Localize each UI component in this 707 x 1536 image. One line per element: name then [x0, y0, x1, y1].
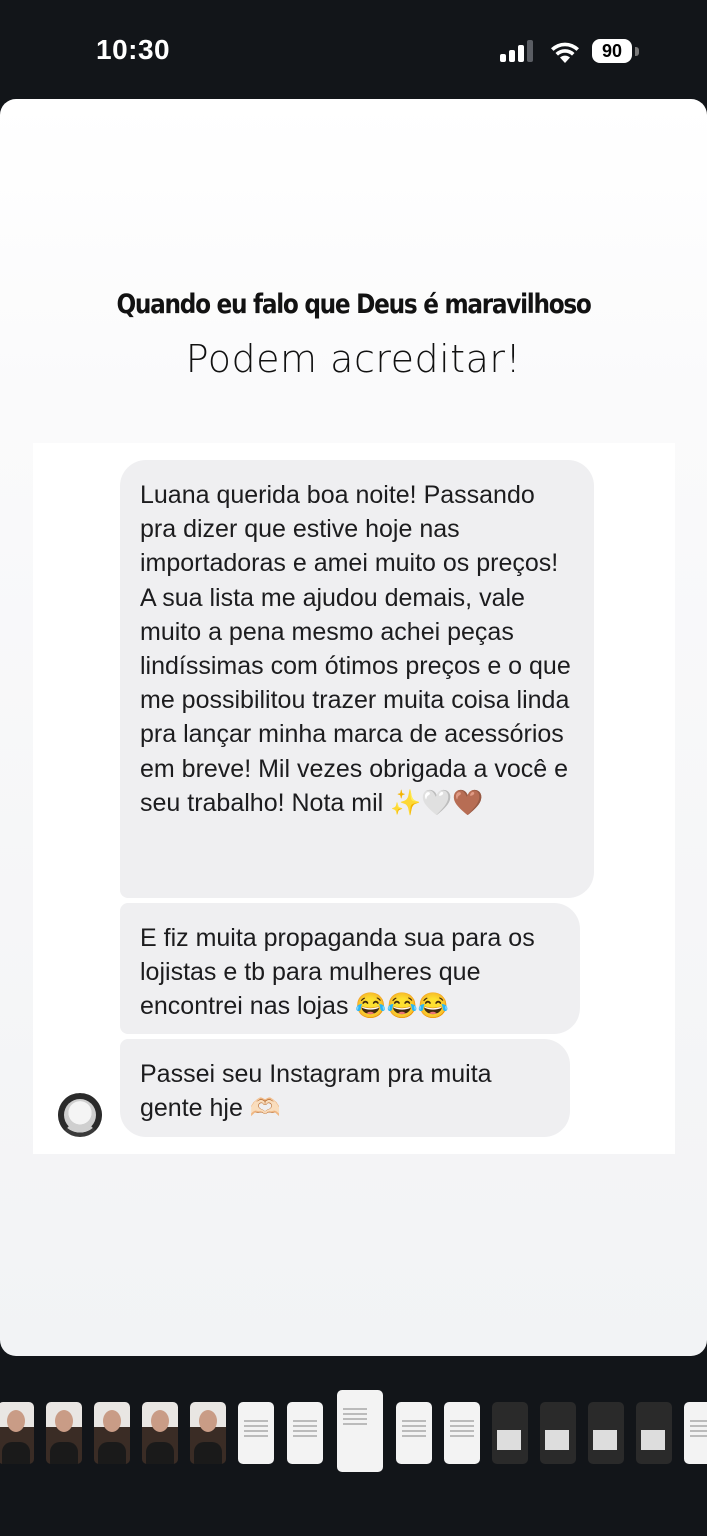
story-card[interactable]: Quando eu falo que Deus é maravilhoso Po…: [0, 99, 707, 1356]
story-thumbnail[interactable]: [142, 1402, 178, 1464]
story-thumbnail[interactable]: [588, 1402, 624, 1464]
story-thumbnail[interactable]: [0, 1402, 34, 1464]
story-thumbnail[interactable]: [492, 1402, 528, 1464]
story-thumbnail[interactable]: [46, 1402, 82, 1464]
cellular-signal-icon: [500, 40, 536, 62]
story-thumbnail[interactable]: [396, 1402, 432, 1464]
chat-screenshot: Luana querida boa noite! Passando pra di…: [33, 443, 675, 1154]
message-bubble: E fiz muita propaganda sua para os lojis…: [120, 903, 580, 1034]
story-thumbnail[interactable]: [636, 1402, 672, 1464]
story-thumbnail-selected[interactable]: [337, 1390, 383, 1472]
story-thumbnail[interactable]: [684, 1402, 707, 1464]
status-time: 10:30: [96, 34, 171, 65]
story-thumbnail[interactable]: [238, 1402, 274, 1464]
story-thumbnail[interactable]: [287, 1402, 323, 1464]
story-thumbnail[interactable]: [190, 1402, 226, 1464]
message-bubble: Luana querida boa noite! Passando pra di…: [120, 460, 594, 898]
battery-icon: 90: [592, 39, 632, 63]
wifi-icon: [551, 42, 579, 63]
story-thumbnail[interactable]: [444, 1402, 480, 1464]
message-bubble: Passei seu Instagram pra muita gente hje…: [120, 1039, 570, 1137]
story-headline: Quando eu falo que Deus é maravilhoso: [116, 289, 591, 320]
sender-avatar: [58, 1093, 102, 1137]
battery-cap: [635, 47, 639, 56]
story-thumbnail[interactable]: [540, 1402, 576, 1464]
story-thumbnail[interactable]: [94, 1402, 130, 1464]
status-bar: 10:30 90: [0, 0, 707, 100]
story-subline: Podem acreditar!: [185, 337, 522, 381]
story-thumbnail-strip[interactable]: [0, 1390, 707, 1480]
